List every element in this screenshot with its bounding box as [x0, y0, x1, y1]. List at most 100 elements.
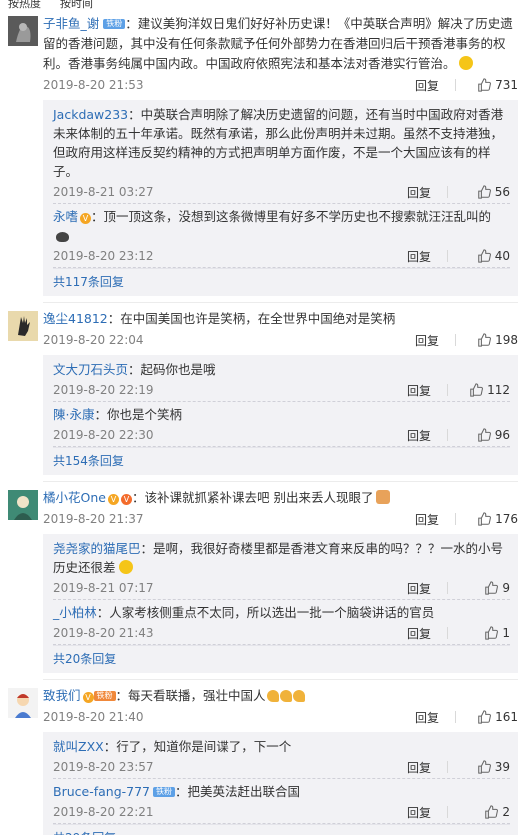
- like-count: 9: [502, 581, 510, 595]
- thumbs-up-icon: [478, 512, 492, 526]
- reply-user[interactable]: 文大刀石头页: [53, 362, 128, 377]
- more-replies-link[interactable]: 共20条回复: [53, 645, 510, 673]
- reply-button[interactable]: 回复: [415, 709, 455, 726]
- reply-list: 尧尧家的猫尾巴：是啊，我很好奇楼里都是香港文育来反串的吗？？？一水的小号历史还很…: [43, 534, 518, 673]
- comment-user[interactable]: 逸尘41812: [43, 311, 108, 326]
- avatar[interactable]: [8, 16, 38, 46]
- colon: ：: [128, 362, 141, 377]
- like-button[interactable]: 56: [458, 185, 510, 199]
- reply-user[interactable]: 永嗜: [53, 209, 78, 224]
- reply-user[interactable]: 就叫ZXX: [53, 739, 104, 754]
- more-replies-link[interactable]: 共29条回复: [53, 824, 510, 835]
- comment-meta: 2019-8-20 21:37 回复 176: [43, 508, 518, 530]
- comment-user[interactable]: 致我们: [43, 688, 81, 703]
- vip-icon: V: [82, 692, 94, 703]
- comment-body: 橘小花One V V ：该补课就抓紧补课去吧 别出来丢人现眼了: [43, 488, 518, 508]
- vip-icon: V: [80, 213, 92, 224]
- thumbs-up-icon: [477, 185, 491, 199]
- colon: ：: [128, 107, 141, 122]
- thumbs-up-icon: [470, 383, 484, 397]
- reply-button[interactable]: 回复: [407, 580, 447, 597]
- comment-text: 在中国美国也许是笑柄，在全世界中国绝对是笑柄: [120, 311, 396, 326]
- reply-button[interactable]: 回复: [415, 332, 455, 349]
- vip-icon: V: [107, 494, 119, 505]
- reply-item: Jackdaw233：中英联合声明除了解决历史遗留的问题，还有当时中国政府对香港…: [53, 102, 510, 204]
- thumbs-up-icon: [478, 710, 492, 724]
- comment-body: 子非鱼_谢 铁粉 ：建议美狗洋奴日鬼们好好补历史课！《中英联合声明》解决了历史遗留…: [43, 14, 518, 74]
- reply-user[interactable]: Bruce-fang-777: [53, 784, 150, 799]
- colon: ：: [91, 209, 104, 224]
- fan-badge: 铁粉: [153, 787, 175, 797]
- comment: 子非鱼_谢 铁粉 ：建议美狗洋奴日鬼们好好补历史课！《中英联合声明》解决了历史遗留…: [0, 10, 526, 303]
- reply-item: 就叫ZXX：行了，知道你是间谍了，下一个 2019-8-20 23:57 回复 …: [53, 734, 510, 779]
- reply-item: 尧尧家的猫尾巴：是啊，我很好奇楼里都是香港文育来反串的吗？？？一水的小号历史还很…: [53, 536, 510, 600]
- fan-badge: 铁粉: [103, 19, 126, 29]
- like-count: 96: [494, 428, 510, 442]
- reply-user[interactable]: Jackdaw233: [53, 107, 128, 122]
- reply-button[interactable]: 回复: [415, 77, 455, 94]
- reply-user[interactable]: 陳·永康: [53, 407, 94, 422]
- like-button[interactable]: 39: [458, 760, 510, 774]
- comment-time: 2019-8-20 21:37: [43, 512, 144, 526]
- like-button[interactable]: 9: [458, 581, 510, 595]
- reply-item: Bruce-fang-777 铁粉 ：把美英法赶出联合国 2019-8-20 22:…: [53, 779, 510, 824]
- reply-button[interactable]: 回复: [407, 248, 447, 265]
- reply-time: 2019-8-20 22:19: [53, 383, 154, 397]
- like-button[interactable]: 176: [466, 512, 518, 526]
- tab-hot[interactable]: 按热度: [8, 0, 41, 10]
- reply-button[interactable]: 回复: [407, 382, 447, 399]
- reply-time: 2019-8-21 07:17: [53, 581, 154, 595]
- reply-button[interactable]: 回复: [407, 759, 447, 776]
- reply-text: 顶一顶这条，没想到这条微博里有好多不学历史也不搜索就汪汪乱叫的: [103, 209, 492, 224]
- more-replies-link[interactable]: 共154条回复: [53, 447, 510, 475]
- reply-user[interactable]: 尧尧家的猫尾巴: [53, 541, 141, 556]
- reply-button[interactable]: 回复: [407, 184, 447, 201]
- avatar[interactable]: [8, 688, 38, 718]
- colon: ：: [115, 688, 129, 703]
- comment: 逸尘41812 ： 在中国美国也许是笑柄，在全世界中国绝对是笑柄 2019-8-20…: [0, 303, 526, 482]
- reply-button[interactable]: 回复: [407, 804, 447, 821]
- tab-time[interactable]: 按时间: [60, 0, 93, 10]
- reply-item: 陳·永康：你也是个笑柄 2019-8-20 22:30 回复 96: [53, 402, 510, 447]
- comment: 橘小花One V V ：该补课就抓紧补课去吧 别出来丢人现眼了 2019-8-20 2…: [0, 482, 526, 680]
- avatar[interactable]: [8, 311, 38, 341]
- like-button[interactable]: 161: [466, 710, 518, 724]
- avatar[interactable]: [8, 490, 38, 520]
- comment-time: 2019-8-20 22:04: [43, 333, 144, 347]
- comment-meta: 2019-8-20 21:40 回复 161: [43, 706, 518, 728]
- colon: ：: [131, 490, 145, 505]
- separator: [447, 627, 448, 639]
- like-button[interactable]: 112: [458, 383, 510, 397]
- comment-text: 每天看联播，强壮中国人: [128, 688, 266, 703]
- colon: ：: [96, 605, 110, 620]
- reply-button[interactable]: 回复: [415, 511, 455, 528]
- reply-text: 你也是个笑柄: [107, 407, 183, 422]
- like-button[interactable]: 1: [458, 626, 510, 640]
- reply-user[interactable]: _小柏林: [53, 605, 97, 620]
- like-button[interactable]: 731: [466, 78, 518, 92]
- sort-tabs: 按热度 按时间: [0, 0, 526, 10]
- colon: ：: [140, 541, 154, 556]
- separator: [455, 711, 456, 723]
- reply-time: 2019-8-20 23:12: [53, 249, 154, 263]
- reply-text: 人家考核侧重点不太同，所以选出一批一个脑袋讲话的官员: [109, 605, 435, 620]
- reply-button[interactable]: 回复: [407, 625, 447, 642]
- like-button[interactable]: 2: [458, 805, 510, 819]
- colon: ：: [125, 16, 138, 31]
- separator: [455, 334, 456, 346]
- like-count: 198: [495, 333, 518, 347]
- like-button[interactable]: 96: [458, 428, 510, 442]
- like-button[interactable]: 40: [458, 249, 510, 263]
- reply-time: 2019-8-20 23:57: [53, 760, 154, 774]
- colon: ：: [175, 784, 188, 799]
- reply-list: 文大刀石头页：起码你也是哦 2019-8-20 22:19 回复 112 陳·永…: [43, 355, 518, 475]
- reply-button[interactable]: 回复: [407, 427, 447, 444]
- separator: [455, 79, 456, 91]
- comment-user[interactable]: 橘小花One: [43, 490, 106, 505]
- more-replies-link[interactable]: 共117条回复: [53, 268, 510, 296]
- comment-user[interactable]: 子非鱼_谢: [43, 16, 99, 31]
- like-button[interactable]: 198: [466, 333, 518, 347]
- colon: ：: [94, 407, 107, 422]
- separator: [447, 761, 448, 773]
- thumbs-up-icon: [485, 626, 499, 640]
